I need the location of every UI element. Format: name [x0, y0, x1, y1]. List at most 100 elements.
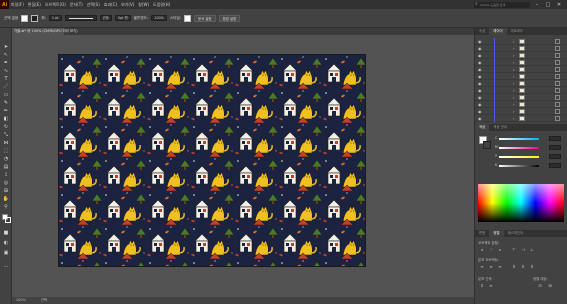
align-hcenter-icon[interactable]: ⫶	[488, 247, 494, 253]
pen-tool-icon[interactable]: ✒	[2, 60, 10, 67]
screen-mode-icon[interactable]: ▣	[2, 250, 10, 257]
visibility-eye-icon[interactable]: ◉	[478, 95, 482, 100]
black-value-input[interactable]	[549, 163, 561, 168]
edit-toolbar-icon[interactable]: ⋯	[2, 264, 10, 271]
tab-layers[interactable]: 레이어	[489, 28, 507, 35]
layer-row[interactable]: ◉ ›	[475, 59, 567, 66]
visibility-eye-icon[interactable]: ◉	[478, 74, 482, 79]
distribute-top-icon[interactable]: ≡	[479, 264, 485, 270]
align-right-icon[interactable]: ⫸	[497, 247, 503, 253]
menu-help[interactable]: 도움말(H)	[151, 0, 172, 9]
align-bottom-icon[interactable]: ⊥	[529, 247, 535, 253]
menu-effect[interactable]: 효과(C)	[102, 0, 119, 9]
close-icon[interactable]: ✕	[555, 2, 563, 8]
target-icon[interactable]	[555, 102, 560, 107]
visibility-eye-icon[interactable]: ◉	[478, 46, 482, 51]
zoom-level[interactable]: 100%	[16, 298, 26, 302]
eraser-tool-icon[interactable]: ◧	[2, 116, 10, 123]
layer-row[interactable]: ◉ ›	[475, 94, 567, 101]
stroke-weight-dropdown[interactable]: 1 pt	[48, 15, 62, 21]
curvature-tool-icon[interactable]: ∿	[2, 68, 10, 75]
target-icon[interactable]	[555, 95, 560, 100]
tab-pathfinder[interactable]: 패스파인더	[504, 230, 528, 237]
tab-align[interactable]: 정렬	[489, 230, 504, 237]
expand-arrow-icon[interactable]: ›	[513, 59, 515, 66]
stroke-profile-dropdown[interactable]: 균등	[99, 15, 112, 21]
menu-window[interactable]: 창(W)	[136, 0, 151, 9]
cyan-value-input[interactable]	[549, 136, 561, 141]
expand-arrow-icon[interactable]: ›	[513, 52, 515, 59]
distribute-hspace-icon[interactable]: ⇔	[488, 283, 494, 289]
rectangle-tool-icon[interactable]: ▭	[2, 92, 10, 99]
stroke-profile-preview[interactable]	[64, 15, 97, 21]
rotate-tool-icon[interactable]: ↻	[2, 124, 10, 131]
gradient-tool-icon[interactable]: ▤	[2, 164, 10, 171]
visibility-eye-icon[interactable]: ◉	[478, 39, 482, 44]
scale-tool-icon[interactable]: ⤡	[2, 132, 10, 139]
layer-row[interactable]: ◉ ›	[475, 73, 567, 80]
target-icon[interactable]	[555, 39, 560, 44]
menu-view[interactable]: 보기(V)	[119, 0, 136, 9]
expand-arrow-icon[interactable]: ›	[513, 87, 515, 94]
cyan-track[interactable]	[499, 138, 539, 140]
type-tool-icon[interactable]: T	[2, 76, 10, 83]
expand-arrow-icon[interactable]: ›	[513, 108, 515, 115]
minimize-icon[interactable]: –	[533, 2, 541, 8]
target-icon[interactable]	[555, 60, 560, 65]
expand-arrow-icon[interactable]: ›	[513, 38, 515, 45]
opacity-label[interactable]: 불투명도:	[134, 16, 148, 21]
tab-artboards[interactable]: 아트보드	[507, 28, 527, 35]
magenta-value-input[interactable]	[549, 145, 561, 150]
stroke-swatch-icon[interactable]	[5, 217, 11, 223]
document-tab[interactable]: 가을.ai* @ 100% (CMYK/GPU 미리 보기)	[12, 28, 78, 35]
color-mode-icon[interactable]: ■	[2, 230, 10, 237]
line-tool-icon[interactable]: ／	[2, 84, 10, 91]
visibility-eye-icon[interactable]: ◉	[478, 67, 482, 72]
maximize-icon[interactable]: □	[544, 2, 552, 8]
expand-arrow-icon[interactable]: ›	[513, 101, 515, 108]
distribute-left-icon[interactable]: ⦀	[511, 264, 517, 270]
tab-color-guide[interactable]: 색상 안내	[489, 124, 511, 131]
target-icon[interactable]	[555, 67, 560, 72]
layer-row[interactable]: ◉ ›	[475, 115, 567, 122]
stroke-color-swatch[interactable]	[31, 14, 39, 22]
expand-arrow-icon[interactable]: ›	[513, 66, 515, 73]
blend-tool-icon[interactable]: ◎	[2, 180, 10, 187]
target-icon[interactable]	[555, 46, 560, 51]
visibility-eye-icon[interactable]: ◉	[478, 109, 482, 114]
menu-edit[interactable]: 편집(E)	[26, 0, 43, 9]
align-top-icon[interactable]: ⊤	[511, 247, 517, 253]
layer-row[interactable]: ◉ ›	[475, 108, 567, 115]
expand-arrow-icon[interactable]: ›	[513, 45, 515, 52]
artboard-tool-icon[interactable]: ⊞	[2, 188, 10, 195]
menu-select[interactable]: 선택(S)	[85, 0, 102, 9]
layer-row[interactable]: ◉ ›	[475, 101, 567, 108]
layer-row[interactable]: ◉ ›	[475, 87, 567, 94]
magenta-slider[interactable]: M	[495, 145, 565, 151]
yellow-value-input[interactable]	[549, 154, 561, 159]
opacity-input[interactable]: 100%	[151, 15, 167, 21]
black-slider[interactable]: K	[495, 163, 565, 169]
distribute-vspace-icon[interactable]: ⇕	[479, 283, 485, 289]
target-icon[interactable]	[555, 74, 560, 79]
selection-tool-icon[interactable]: ➤	[2, 44, 10, 51]
paintbrush-tool-icon[interactable]: ✎	[2, 100, 10, 107]
help-search-input[interactable]: Adobe 도움말 검색	[474, 1, 530, 8]
expand-arrow-icon[interactable]: ›	[513, 115, 515, 122]
target-icon[interactable]	[555, 116, 560, 121]
visibility-eye-icon[interactable]: ◉	[478, 60, 482, 65]
width-tool-icon[interactable]: ⋈	[2, 140, 10, 147]
layer-row[interactable]: ◉ ›	[475, 45, 567, 52]
distribute-bottom-icon[interactable]: ≡	[497, 264, 503, 270]
target-icon[interactable]	[555, 109, 560, 114]
hand-tool-icon[interactable]: ✋	[2, 196, 10, 203]
layer-row[interactable]: ◉ ›	[475, 66, 567, 73]
align-to-selection-icon[interactable]: ⊡	[537, 283, 543, 289]
zoom-tool-icon[interactable]: ⚲	[2, 204, 10, 211]
target-icon[interactable]	[555, 88, 560, 93]
style-swatch[interactable]	[184, 14, 191, 22]
draw-mode-icon[interactable]: ◐	[2, 240, 10, 247]
distribute-hcenter-icon[interactable]: ⦀	[520, 264, 526, 270]
pencil-tool-icon[interactable]: ✏	[2, 108, 10, 115]
free-transform-tool-icon[interactable]: ⬚	[2, 148, 10, 155]
